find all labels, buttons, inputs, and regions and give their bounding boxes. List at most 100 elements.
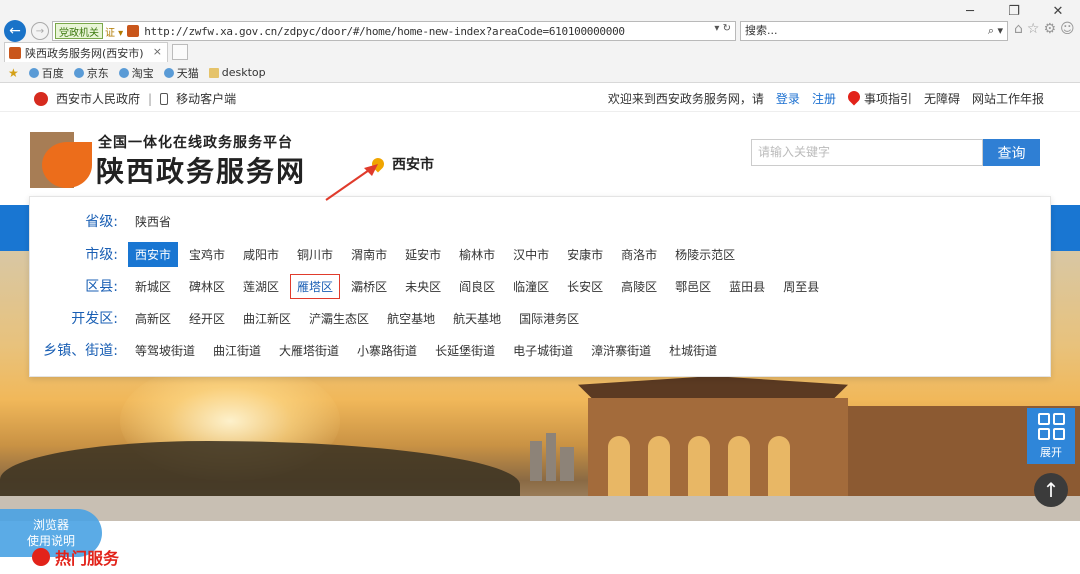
region-item[interactable]: 高新区 bbox=[128, 306, 178, 331]
site-logo-icon[interactable] bbox=[30, 132, 92, 188]
register-link[interactable]: 注册 bbox=[812, 90, 836, 107]
close-window-button[interactable]: ✕ bbox=[1036, 0, 1080, 22]
region-item[interactable]: 高陵区 bbox=[614, 274, 664, 299]
region-item[interactable]: 经开区 bbox=[182, 306, 232, 331]
national-emblem-icon bbox=[34, 91, 48, 106]
region-row-province: 省级: 陕西省 bbox=[30, 208, 182, 234]
region-item[interactable]: 铜川市 bbox=[290, 242, 340, 267]
region-item-selected[interactable]: 西安市 bbox=[128, 241, 179, 267]
browser-search-input[interactable]: 搜索... ⌕ ▾ bbox=[740, 21, 1008, 41]
new-tab-button[interactable] bbox=[172, 44, 188, 60]
region-selector-panel: 省级: 陕西省 市级: 西安市 宝鸡市 咸阳市 铜川市 渭南市 延安市 榆林市 … bbox=[29, 196, 1051, 377]
certificate-icon[interactable]: 证 ▾ bbox=[105, 24, 123, 39]
region-item[interactable]: 未央区 bbox=[398, 274, 448, 299]
region-item[interactable]: 蓝田县 bbox=[722, 274, 772, 299]
favorite-tmall[interactable]: 天猫 bbox=[163, 65, 199, 81]
toolbar-icons: ⌂ ☆ ⚙ ☺ bbox=[1014, 21, 1075, 37]
region-item[interactable]: 渭南市 bbox=[344, 242, 394, 267]
guide-link[interactable]: 事项指引 bbox=[845, 88, 912, 107]
region-item[interactable]: 长安区 bbox=[560, 274, 610, 299]
region-item[interactable]: 航天基地 bbox=[446, 306, 508, 331]
mobile-client-link[interactable]: 移动客户端 bbox=[176, 90, 236, 107]
region-item[interactable]: 汉中市 bbox=[506, 242, 556, 267]
favorite-baidu[interactable]: 百度 bbox=[28, 65, 64, 81]
region-row-label: 乡镇、街道: bbox=[43, 343, 118, 359]
minimize-button[interactable]: ─ bbox=[948, 0, 992, 22]
site-topbar: 西安市人民政府 | 移动客户端 欢迎来到西安政务服务网，请 登录 注册 事项指引… bbox=[0, 84, 1080, 112]
region-item[interactable]: 长延堡街道 bbox=[428, 338, 502, 363]
region-item[interactable]: 榆林市 bbox=[452, 242, 502, 267]
region-item[interactable]: 商洛市 bbox=[614, 242, 664, 267]
address-bar[interactable]: 党政机关 证 ▾ http://zwfw.xa.gov.cn/zdpyc/doo… bbox=[52, 21, 736, 41]
region-item[interactable]: 曲江新区 bbox=[236, 306, 298, 331]
region-item[interactable]: 莲湖区 bbox=[236, 274, 286, 299]
expand-button[interactable]: 展开 bbox=[1027, 408, 1075, 464]
region-item[interactable]: 杜城街道 bbox=[662, 338, 724, 363]
region-item[interactable]: 杨陵示范区 bbox=[668, 242, 742, 267]
region-item[interactable]: 周至县 bbox=[776, 274, 826, 299]
logo-title[interactable]: 陕西政务服务网 bbox=[96, 150, 306, 190]
tab-close-icon[interactable]: × bbox=[153, 45, 162, 58]
region-item[interactable]: 漳浒寨街道 bbox=[584, 338, 658, 363]
region-item[interactable]: 小寨路街道 bbox=[350, 338, 424, 363]
back-to-top-button[interactable]: ↑ bbox=[1034, 473, 1068, 507]
region-row-label: 区县: bbox=[85, 279, 118, 295]
favorite-icon bbox=[118, 67, 129, 78]
region-item[interactable]: 阎良区 bbox=[452, 274, 502, 299]
region-item-highlighted[interactable]: 雁塔区 bbox=[290, 273, 341, 299]
favorite-desktop[interactable]: desktop bbox=[208, 66, 266, 79]
gov-site-badge[interactable]: 党政机关 bbox=[55, 23, 103, 39]
search-icon[interactable]: ⌕ ▾ bbox=[988, 22, 1003, 40]
forward-button[interactable]: → bbox=[31, 22, 49, 40]
region-item[interactable]: 陕西省 bbox=[128, 209, 178, 234]
region-item[interactable]: 灞桥区 bbox=[344, 274, 394, 299]
region-item[interactable]: 鄠邑区 bbox=[668, 274, 718, 299]
tree-silhouette bbox=[0, 441, 520, 496]
hot-services-label: 热门服务 bbox=[55, 549, 120, 568]
logo-subtitle: 全国一体化在线政务服务平台 bbox=[98, 135, 293, 151]
gov-name-link[interactable]: 西安市人民政府 bbox=[56, 90, 140, 107]
phone-icon bbox=[160, 92, 169, 105]
site-search-button[interactable]: 查询 bbox=[983, 139, 1040, 166]
region-item[interactable]: 宝鸡市 bbox=[182, 242, 232, 267]
favorite-icon bbox=[73, 67, 84, 78]
region-row-street: 乡镇、街道: 等驾坡街道 曲江街道 大雁塔街道 小寨路街道 长延堡街道 电子城街… bbox=[30, 337, 728, 363]
favorites-star-icon[interactable]: ★ bbox=[8, 66, 19, 80]
plaza-ground bbox=[0, 496, 1080, 521]
welcome-text: 欢迎来到西安政务服务网，请 bbox=[607, 92, 764, 106]
annual-report-link[interactable]: 网站工作年报 bbox=[972, 90, 1044, 107]
region-item[interactable]: 国际港务区 bbox=[512, 306, 586, 331]
accessibility-link[interactable]: 无障碍 bbox=[924, 90, 960, 107]
annotation-arrow-icon bbox=[325, 164, 378, 201]
expand-label: 展开 bbox=[1040, 445, 1062, 459]
favorites-star-icon[interactable]: ☆ bbox=[1027, 21, 1040, 37]
back-button[interactable]: ← bbox=[4, 20, 26, 42]
url-text[interactable]: http://zwfw.xa.gov.cn/zdpyc/door/#/home/… bbox=[144, 25, 625, 38]
region-item[interactable]: 大雁塔街道 bbox=[272, 338, 346, 363]
region-item[interactable]: 曲江街道 bbox=[206, 338, 268, 363]
restore-button[interactable]: ❐ bbox=[992, 0, 1036, 22]
home-icon[interactable]: ⌂ bbox=[1014, 21, 1023, 37]
region-item[interactable]: 安康市 bbox=[560, 242, 610, 267]
region-item[interactable]: 航空基地 bbox=[380, 306, 442, 331]
tab-row: 陕西政务服务网(西安市) × bbox=[0, 42, 1080, 62]
refresh-icon[interactable]: ▾ ↻ bbox=[714, 23, 731, 34]
region-item[interactable]: 咸阳市 bbox=[236, 242, 286, 267]
window-controls: ─ ❐ ✕ bbox=[948, 0, 1080, 22]
region-item[interactable]: 电子城街道 bbox=[506, 338, 580, 363]
region-item[interactable]: 碑林区 bbox=[182, 274, 232, 299]
region-item[interactable]: 临潼区 bbox=[506, 274, 556, 299]
settings-gear-icon[interactable]: ⚙ bbox=[1043, 21, 1056, 37]
favorite-jd[interactable]: 京东 bbox=[73, 65, 109, 81]
site-search-input[interactable]: 请输入关键字 bbox=[751, 139, 983, 166]
region-item[interactable]: 新城区 bbox=[128, 274, 178, 299]
favorite-taobao[interactable]: 淘宝 bbox=[118, 65, 154, 81]
login-link[interactable]: 登录 bbox=[776, 90, 800, 107]
region-item[interactable]: 浐灞生态区 bbox=[302, 306, 376, 331]
region-item[interactable]: 延安市 bbox=[398, 242, 448, 267]
browser-tab[interactable]: 陕西政务服务网(西安市) × bbox=[4, 42, 168, 62]
region-row-label: 省级: bbox=[85, 214, 118, 230]
smiley-feedback-icon[interactable]: ☺ bbox=[1060, 21, 1075, 37]
region-item[interactable]: 等驾坡街道 bbox=[128, 338, 202, 363]
arrow-up-icon: ↑ bbox=[1042, 478, 1060, 502]
